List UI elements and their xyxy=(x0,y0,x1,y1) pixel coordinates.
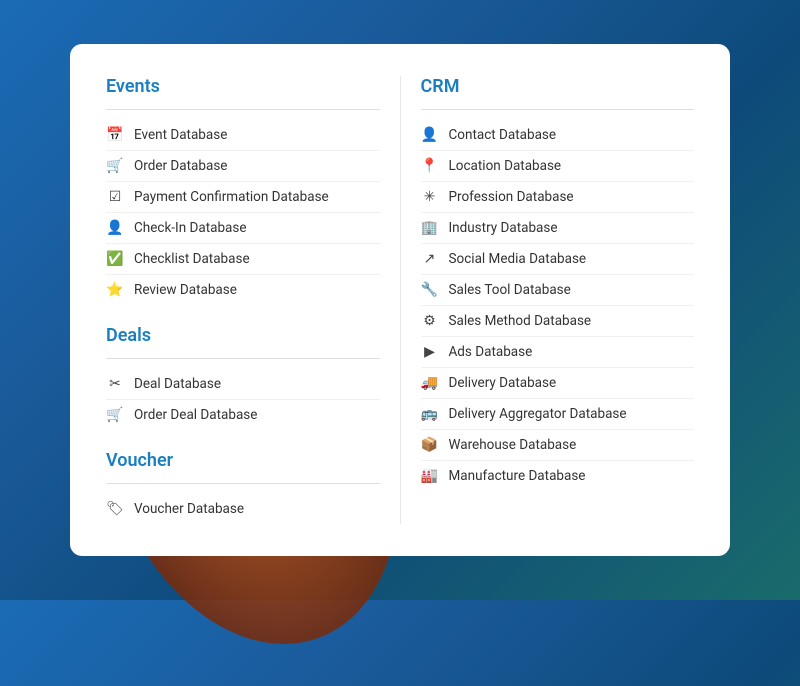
db-item-review-database[interactable]: ⭐ Review Database xyxy=(106,275,380,305)
db-item-icon-order-database: 🛒 xyxy=(106,158,124,174)
db-item-label-check-in-database: Check-In Database xyxy=(134,220,247,236)
db-item-icon-voucher-database: 🏷 xyxy=(106,501,124,517)
db-item-label-contact-database: Contact Database xyxy=(449,127,557,143)
db-item-order-database[interactable]: 🛒 Order Database xyxy=(106,151,380,182)
db-item-icon-deal-database: ✂ xyxy=(106,376,124,392)
db-item-icon-location-database: 📍 xyxy=(421,158,439,174)
db-item-deal-database[interactable]: ✂ Deal Database xyxy=(106,369,380,400)
db-item-icon-manufacture-database: 🏭 xyxy=(421,468,439,484)
db-item-label-warehouse-database: Warehouse Database xyxy=(449,437,577,453)
section-divider-voucher xyxy=(106,483,380,484)
db-item-icon-event-database: 📅 xyxy=(106,127,124,143)
section-title-crm: CRM xyxy=(421,76,695,97)
section-divider-events xyxy=(106,109,380,110)
db-item-label-event-database: Event Database xyxy=(134,127,227,143)
db-item-label-checklist-database: Checklist Database xyxy=(134,251,250,267)
db-item-check-in-database[interactable]: 👤 Check-In Database xyxy=(106,213,380,244)
db-item-industry-database[interactable]: 🏢 Industry Database xyxy=(421,213,695,244)
db-item-icon-checklist-database: ✅ xyxy=(106,251,124,267)
db-item-label-location-database: Location Database xyxy=(449,158,562,174)
db-item-event-database[interactable]: 📅 Event Database xyxy=(106,120,380,151)
db-item-label-sales-method-database: Sales Method Database xyxy=(449,313,592,329)
db-item-label-ads-database: Ads Database xyxy=(449,344,533,360)
db-item-icon-profession-database: ✳ xyxy=(421,189,439,205)
db-item-icon-delivery-database: 🚚 xyxy=(421,375,439,391)
db-item-label-payment-confirmation-database: Payment Confirmation Database xyxy=(134,189,329,205)
db-item-checklist-database[interactable]: ✅ Checklist Database xyxy=(106,244,380,275)
db-item-social-media-database[interactable]: ↗ Social Media Database xyxy=(421,244,695,275)
db-item-icon-sales-tool-database: 🔧 xyxy=(421,282,439,298)
db-item-label-delivery-aggregator-database: Delivery Aggregator Database xyxy=(449,406,627,422)
db-item-icon-warehouse-database: 📦 xyxy=(421,437,439,453)
db-item-label-industry-database: Industry Database xyxy=(449,220,558,236)
db-item-warehouse-database[interactable]: 📦 Warehouse Database xyxy=(421,430,695,461)
section-divider-crm xyxy=(421,109,695,110)
db-item-label-order-deal-database: Order Deal Database xyxy=(134,407,257,423)
db-item-icon-sales-method-database: ⚙ xyxy=(421,313,439,329)
db-item-icon-contact-database: 👤 xyxy=(421,127,439,143)
db-item-icon-ads-database: ▶ xyxy=(421,344,439,360)
db-item-sales-tool-database[interactable]: 🔧 Sales Tool Database xyxy=(421,275,695,306)
db-item-label-social-media-database: Social Media Database xyxy=(449,251,587,267)
db-item-icon-delivery-aggregator-database: 🚌 xyxy=(421,406,439,422)
right-column: CRM 👤 Contact Database 📍 Location Database ✳ P… xyxy=(400,76,695,524)
db-item-profession-database[interactable]: ✳ Profession Database xyxy=(421,182,695,213)
db-item-delivery-database[interactable]: 🚚 Delivery Database xyxy=(421,368,695,399)
section-title-voucher: Voucher xyxy=(106,450,380,471)
db-item-payment-confirmation-database[interactable]: ☑ Payment Confirmation Database xyxy=(106,182,380,213)
section-title-events: Events xyxy=(106,76,380,97)
main-card: Events 📅 Event Database 🛒 Order Database ☑ Pay… xyxy=(70,44,730,556)
db-item-order-deal-database[interactable]: 🛒 Order Deal Database xyxy=(106,400,380,430)
db-item-ads-database[interactable]: ▶ Ads Database xyxy=(421,337,695,368)
db-item-icon-check-in-database: 👤 xyxy=(106,220,124,236)
db-item-icon-review-database: ⭐ xyxy=(106,282,124,298)
db-item-label-deal-database: Deal Database xyxy=(134,376,221,392)
left-column: Events 📅 Event Database 🛒 Order Database ☑ Pay… xyxy=(106,76,400,524)
db-item-label-order-database: Order Database xyxy=(134,158,227,174)
db-item-location-database[interactable]: 📍 Location Database xyxy=(421,151,695,182)
db-item-label-sales-tool-database: Sales Tool Database xyxy=(449,282,571,298)
db-item-icon-social-media-database: ↗ xyxy=(421,251,439,267)
db-item-label-profession-database: Profession Database xyxy=(449,189,574,205)
db-item-manufacture-database[interactable]: 🏭 Manufacture Database xyxy=(421,461,695,491)
db-item-icon-industry-database: 🏢 xyxy=(421,220,439,236)
db-item-delivery-aggregator-database[interactable]: 🚌 Delivery Aggregator Database xyxy=(421,399,695,430)
db-item-contact-database[interactable]: 👤 Contact Database xyxy=(421,120,695,151)
db-item-voucher-database[interactable]: 🏷 Voucher Database xyxy=(106,494,380,524)
section-title-deals: Deals xyxy=(106,325,380,346)
db-item-icon-order-deal-database: 🛒 xyxy=(106,407,124,423)
db-item-label-manufacture-database: Manufacture Database xyxy=(449,468,586,484)
db-item-sales-method-database[interactable]: ⚙ Sales Method Database xyxy=(421,306,695,337)
db-item-label-review-database: Review Database xyxy=(134,282,237,298)
db-item-label-delivery-database: Delivery Database xyxy=(449,375,557,391)
section-divider-deals xyxy=(106,358,380,359)
db-item-icon-payment-confirmation-database: ☑ xyxy=(106,189,124,205)
db-item-label-voucher-database: Voucher Database xyxy=(134,501,244,517)
